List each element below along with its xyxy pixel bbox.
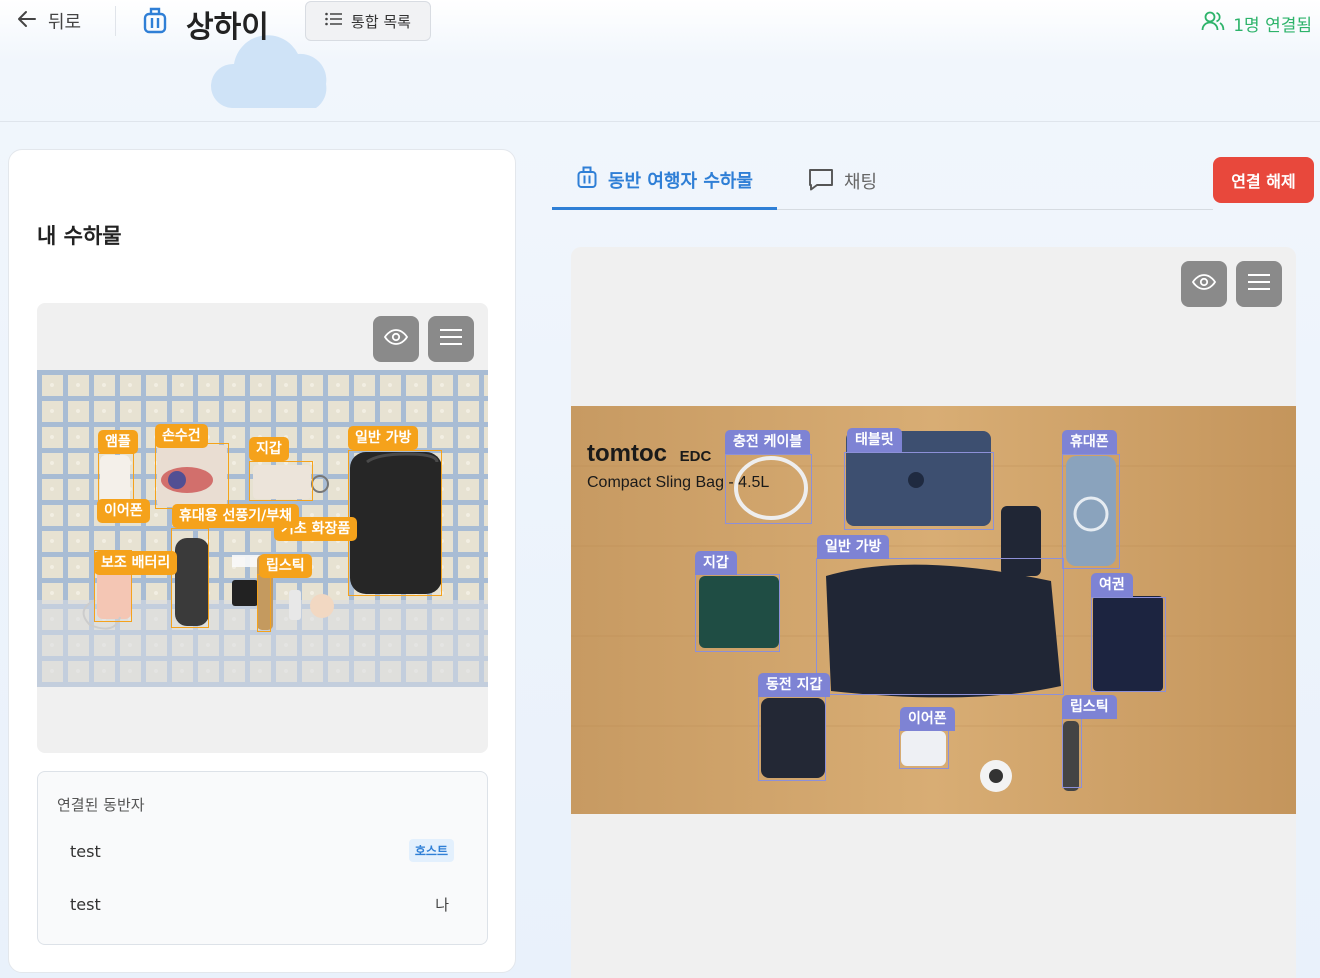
detection-box — [1091, 597, 1166, 692]
photo-brand-name: tomtoc — [587, 440, 667, 467]
detection-box — [844, 452, 994, 530]
eye-icon — [1191, 274, 1217, 294]
back-button[interactable]: 뒤로 — [16, 8, 81, 34]
connection-status: 1명 연결됨 — [1201, 10, 1312, 37]
tab-chat-label: 채팅 — [844, 172, 878, 193]
users-icon — [1201, 10, 1225, 37]
detection-label: 립스틱 — [259, 554, 312, 578]
detection-label: 립스틱 — [1062, 695, 1117, 719]
companions-title: 연결된 동반자 — [57, 796, 145, 814]
detection-label: 여권 — [1091, 573, 1133, 597]
detection-box — [257, 574, 271, 632]
detection-box — [1062, 454, 1120, 569]
companion-luggage-viewer: tomtoc EDC Compact Sling Bag - 4.5L 충전 케… — [571, 247, 1296, 978]
detection-box — [155, 443, 229, 509]
detection-label: 동전 지갑 — [758, 673, 831, 697]
detection-box — [899, 729, 949, 769]
menu-button[interactable] — [1236, 261, 1282, 307]
tab-companion-luggage[interactable]: 동반 여행자 수하물 — [552, 152, 777, 210]
toggle-visibility-button[interactable] — [1181, 261, 1227, 307]
arrow-left-icon — [16, 8, 38, 35]
companions-panel: 연결된 동반자 test 호스트 test 나 — [37, 771, 488, 945]
detection-box — [816, 558, 1064, 695]
photo-brand: tomtoc EDC — [587, 440, 711, 468]
suitcase-icon — [142, 6, 168, 38]
combined-list-label: 통합 목록 — [351, 12, 411, 31]
detection-box — [725, 454, 812, 524]
app-header: 뒤로 상하이 통합 목록 1명 연결됨 — [0, 0, 1320, 122]
detection-label: 앰플 — [98, 430, 138, 454]
detection-box — [348, 450, 442, 596]
connection-status-text: 1명 연결됨 — [1233, 16, 1312, 36]
companion-name: test — [70, 895, 101, 914]
detection-box — [249, 461, 313, 501]
detection-box — [171, 528, 209, 628]
my-luggage-viewer: 앰플 손수건 지갑 일반 가방 이어폰 기초 화장품 휴대용 선풍기/부채 보조… — [37, 303, 488, 753]
photo-brand-sub: EDC — [679, 448, 712, 465]
toggle-visibility-button[interactable] — [373, 316, 419, 362]
tab-companion-luggage-label: 동반 여행자 수하물 — [607, 170, 753, 192]
detection-label: 충전 케이블 — [725, 430, 811, 454]
detection-label: 이어폰 — [900, 707, 955, 731]
detection-label: 이어폰 — [97, 499, 150, 523]
tab-bar: 동반 여행자 수하물 채팅 — [552, 152, 1213, 210]
back-label: 뒤로 — [48, 12, 82, 33]
detection-label: 보조 배터리 — [94, 551, 178, 575]
companion-name: test — [70, 842, 101, 861]
detection-label: 휴대용 선풍기/부채 — [172, 504, 300, 528]
tab-chat[interactable]: 채팅 — [808, 152, 877, 210]
list-icon — [325, 12, 343, 30]
detection-label: 일반 가방 — [348, 426, 419, 450]
detection-label: 태블릿 — [847, 428, 902, 452]
detection-box — [758, 696, 826, 781]
header-divider — [115, 6, 116, 36]
hamburger-icon — [1247, 273, 1271, 295]
detection-label: 일반 가방 — [817, 535, 890, 559]
detection-label: 휴대폰 — [1062, 430, 1117, 454]
my-luggage-photo: 앰플 손수건 지갑 일반 가방 이어폰 기초 화장품 휴대용 선풍기/부채 보조… — [37, 370, 488, 687]
page-title: 상하이 — [186, 10, 269, 45]
detection-label: 지갑 — [249, 437, 289, 461]
me-label: 나 — [435, 896, 449, 914]
menu-button[interactable] — [428, 316, 474, 362]
detection-label: 손수건 — [155, 424, 208, 448]
detection-box — [1062, 718, 1082, 788]
host-badge: 호스트 — [408, 839, 454, 862]
hamburger-icon — [439, 328, 463, 350]
chat-bubble-icon — [808, 167, 834, 196]
suitcase-icon — [576, 165, 598, 194]
disconnect-button[interactable]: 연결 해제 — [1213, 157, 1314, 203]
eye-icon — [383, 329, 409, 349]
my-luggage-title: 내 수하물 — [37, 224, 122, 248]
detection-label: 지갑 — [695, 551, 737, 575]
my-luggage-card: 내 수하물 앰플 손수건 지갑 일반 가방 이어폰 기초 화장품 휴대용 선풍기… — [8, 149, 516, 973]
combined-list-button[interactable]: 통합 목록 — [305, 1, 431, 41]
detection-box — [695, 574, 780, 652]
companion-luggage-photo: tomtoc EDC Compact Sling Bag - 4.5L 충전 케… — [571, 406, 1296, 814]
